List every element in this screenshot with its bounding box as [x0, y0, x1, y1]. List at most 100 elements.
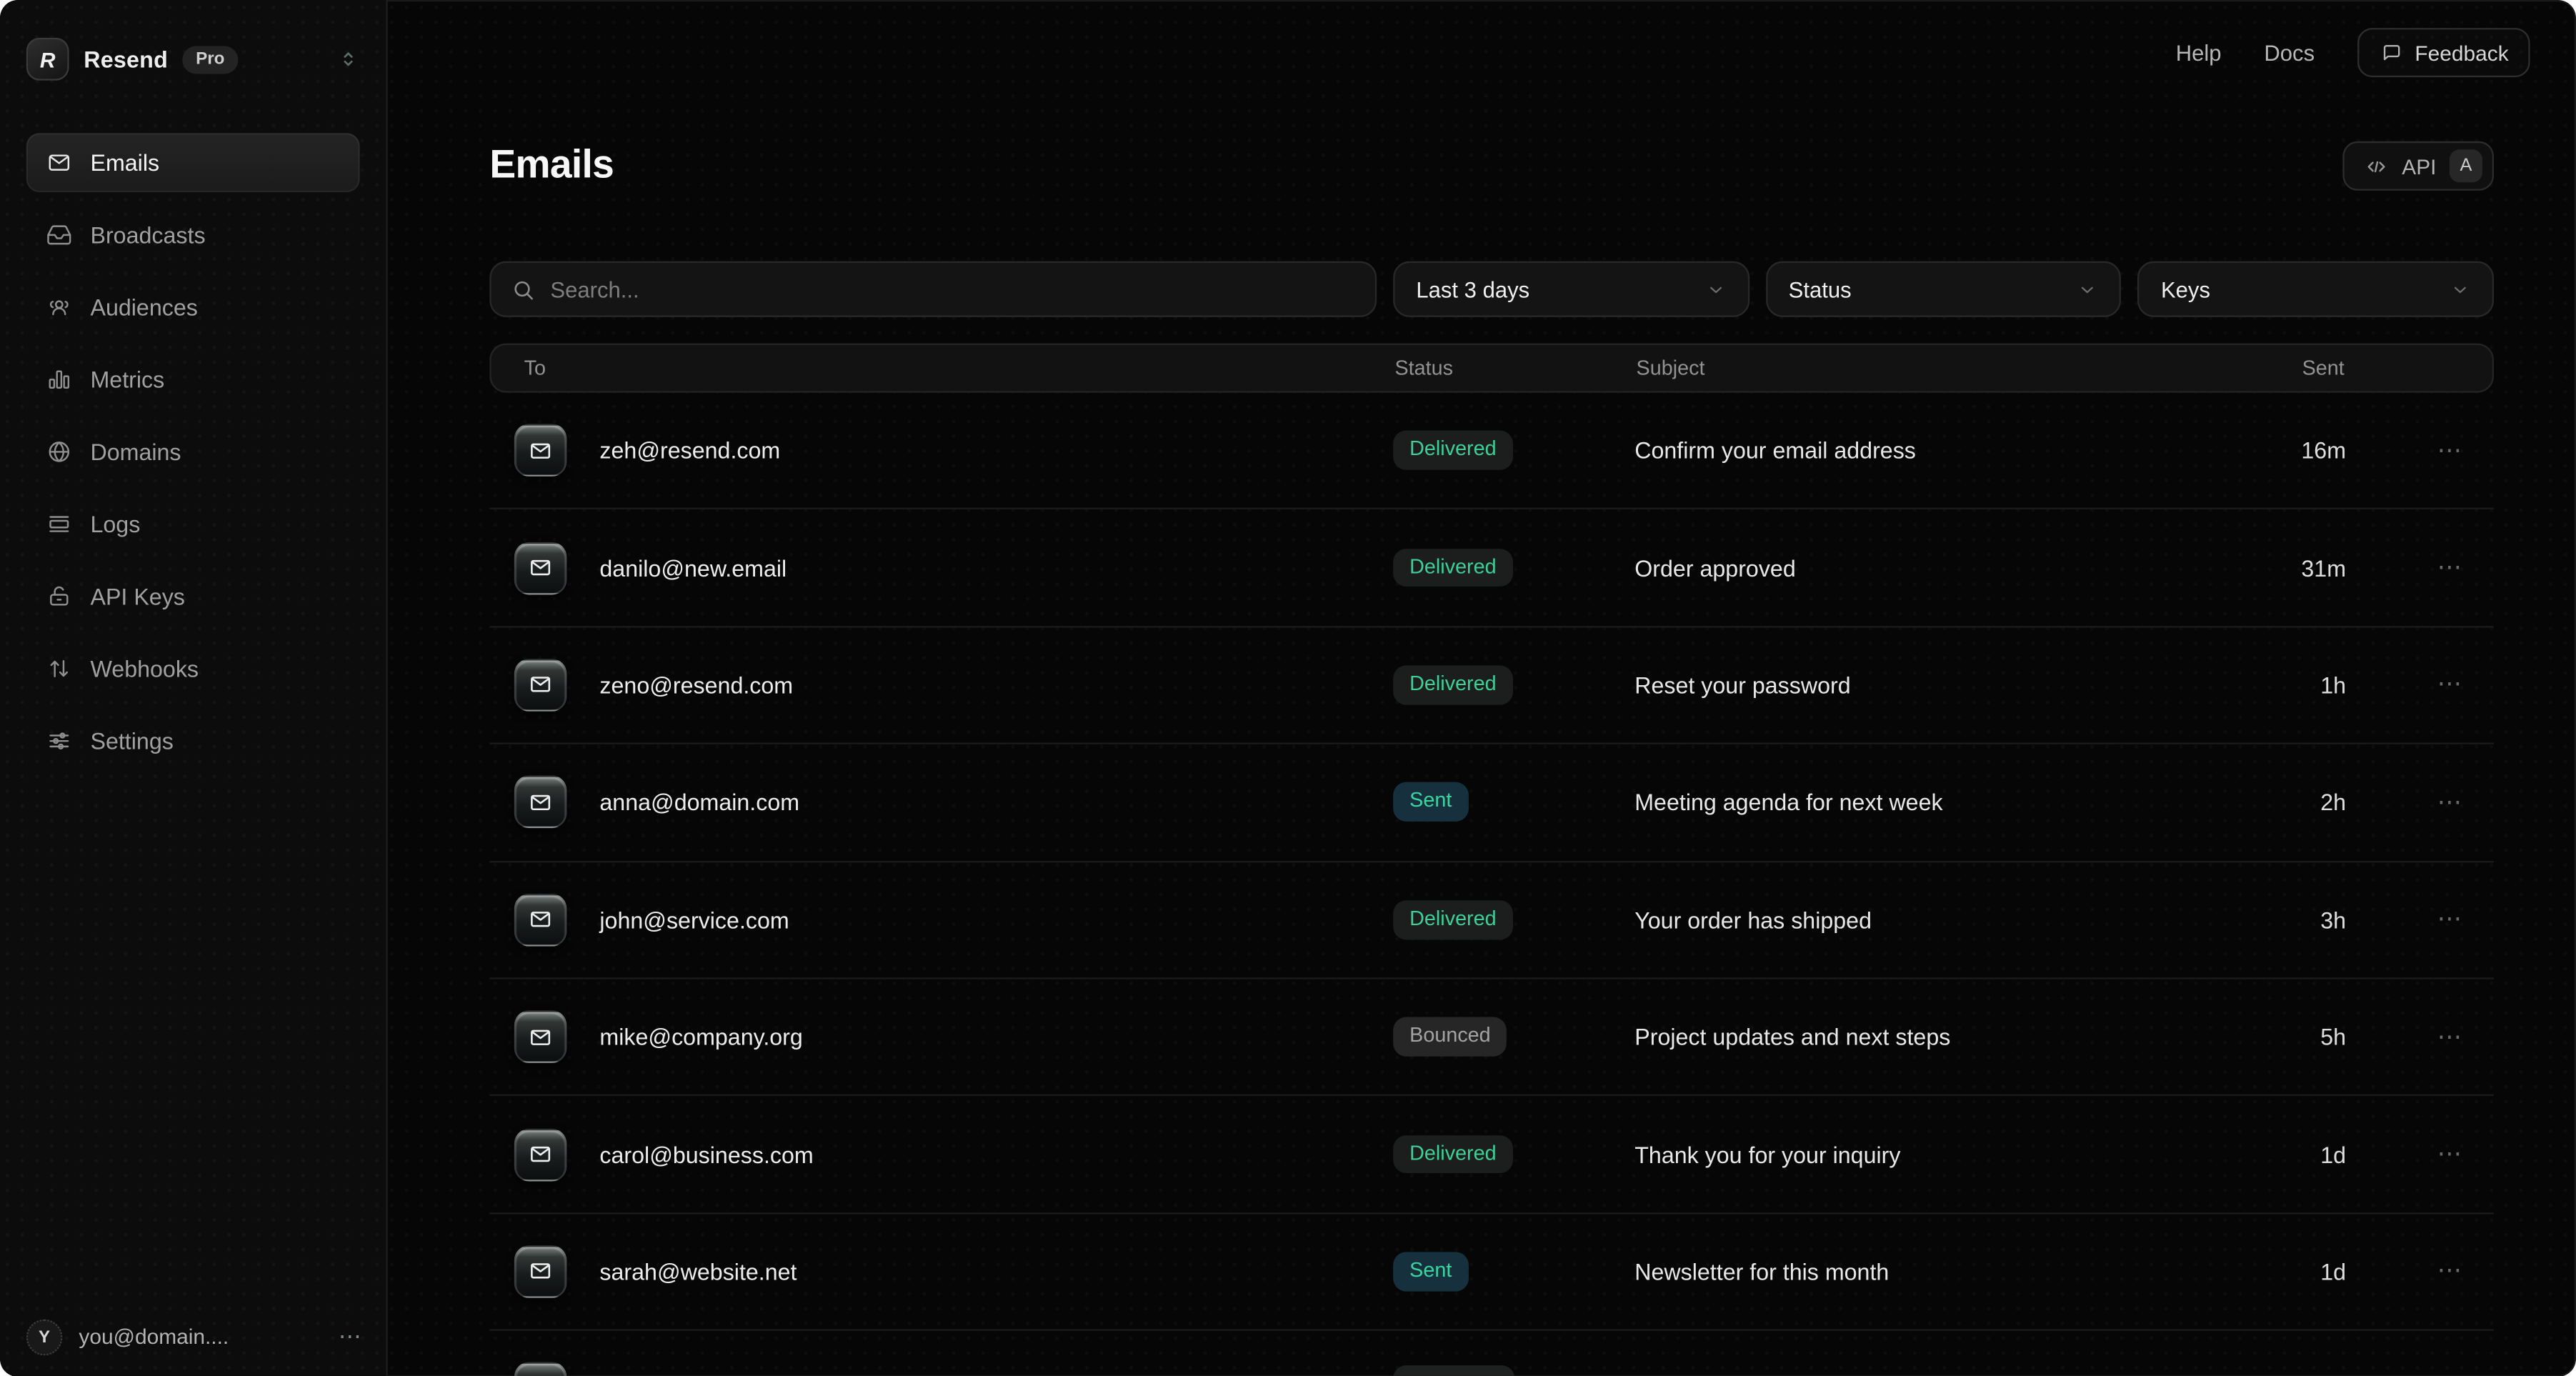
email-subject: Reset your password — [1634, 672, 2231, 699]
envelope-icon — [514, 1128, 567, 1181]
globe-icon — [46, 439, 72, 465]
sidebar-item-label: Audiences — [90, 294, 197, 321]
table-row[interactable]: danilo@new.email Delivered Order approve… — [489, 510, 2494, 627]
row-menu-ellipsis-icon[interactable]: ⋯ — [2437, 671, 2465, 699]
status-badge: Delivered — [1393, 431, 1512, 470]
chevron-down-icon — [2450, 279, 2471, 300]
email-subject: Newsletter for this month — [1634, 1258, 2231, 1285]
sidebar-item-label: Settings — [90, 728, 173, 754]
row-menu-ellipsis-icon[interactable]: ⋯ — [2437, 437, 2465, 464]
sidebar-item-emails[interactable]: Emails — [26, 133, 360, 192]
feedback-button[interactable]: Feedback — [2357, 28, 2530, 77]
sent-time: 1d — [2231, 1258, 2346, 1285]
sliders-icon — [46, 728, 72, 754]
sidebar-item-label: Metrics — [90, 367, 164, 393]
sidebar-item-label: Webhooks — [90, 656, 199, 682]
status-badge — [1393, 1365, 1514, 1376]
row-menu-ellipsis-icon[interactable]: ⋯ — [2437, 1140, 2465, 1168]
column-header-subject: Subject — [1637, 357, 2230, 379]
table-row[interactable]: john@service.com Delivered Your order ha… — [489, 862, 2494, 979]
api-button[interactable]: API A — [2343, 141, 2495, 191]
table-header: To Status Subject Sent — [489, 344, 2494, 393]
rows-icon — [46, 511, 72, 537]
chevron-up-down-icon[interactable] — [336, 48, 359, 71]
email-subject: Meeting agenda for next week — [1634, 789, 2231, 816]
lock-icon — [46, 583, 72, 609]
table-row[interactable]: sarah@website.net Sent Newsletter for th… — [489, 1214, 2494, 1331]
envelope-icon — [514, 1362, 567, 1376]
sidebar-item-domains[interactable]: Domains — [26, 422, 360, 482]
status-badge: Sent — [1393, 783, 1468, 822]
table-row[interactable]: carol@business.com Delivered Thank you f… — [489, 1097, 2494, 1214]
title-row: Emails API A — [489, 141, 2494, 191]
filter-dropdown-last-3-days[interactable]: Last 3 days — [1393, 261, 1749, 317]
recipient-email: zeno@resend.com — [599, 672, 793, 699]
sidebar-item-label: Broadcasts — [90, 221, 205, 248]
sent-time: 2h — [2231, 789, 2346, 816]
arrows-up-down-icon — [46, 656, 72, 682]
email-subject: Order approved — [1634, 554, 2231, 581]
status-badge: Sent — [1393, 1252, 1468, 1292]
status-badge: Delivered — [1393, 548, 1512, 587]
recipient-email: carol@business.com — [599, 1141, 813, 1167]
sidebar-item-audiences[interactable]: Audiences — [26, 278, 360, 337]
row-menu-ellipsis-icon[interactable]: ⋯ — [2437, 1023, 2465, 1051]
recipient-email: zeh@resend.com — [599, 437, 780, 464]
status-badge: Delivered — [1393, 666, 1512, 705]
dropdowns: Last 3 days Status Keys — [1393, 261, 2494, 317]
bar-chart-icon — [46, 367, 72, 393]
row-menu-ellipsis-icon[interactable]: ⋯ — [2437, 906, 2465, 934]
avatar[interactable]: Y — [26, 1319, 63, 1355]
envelope-icon — [514, 893, 567, 946]
filter-dropdown-keys[interactable]: Keys — [2138, 261, 2494, 317]
user-menu-ellipsis-icon[interactable]: ⋯ — [339, 1322, 363, 1350]
sidebar-item-settings[interactable]: Settings — [26, 712, 360, 771]
recipient-email: sarah@website.net — [599, 1258, 797, 1285]
plan-badge: Pro — [183, 45, 238, 73]
table-rows: zeh@resend.com Delivered Confirm your em… — [489, 393, 2494, 1376]
top-link-docs[interactable]: Docs — [2264, 40, 2315, 64]
sent-time: 16m — [2231, 437, 2346, 464]
email-subject: Your order has shipped — [1634, 907, 2231, 933]
status-badge: Bounced — [1393, 1017, 1507, 1057]
table-row[interactable]: mike@company.org Bounced Project updates… — [489, 979, 2494, 1097]
envelope-icon — [46, 149, 72, 176]
column-header-status: Status — [1394, 357, 1636, 379]
sidebar-item-metrics[interactable]: Metrics — [26, 350, 360, 409]
row-menu-ellipsis-icon[interactable]: ⋯ — [2437, 554, 2465, 582]
filter-dropdown-status[interactable]: Status — [1765, 261, 2121, 317]
sidebar-item-logs[interactable]: Logs — [26, 494, 360, 554]
search-input[interactable] — [550, 277, 1355, 301]
search-icon — [511, 277, 535, 301]
table-row[interactable] — [489, 1331, 2494, 1376]
email-subject: Project updates and next steps — [1634, 1024, 2231, 1050]
page-title: Emails — [489, 143, 614, 189]
sidebar-item-api-keys[interactable]: API Keys — [26, 567, 360, 626]
recipient-email: danilo@new.email — [599, 554, 787, 581]
top-link-help[interactable]: Help — [2176, 40, 2222, 64]
sent-time: 1d — [2231, 1141, 2346, 1167]
table-row[interactable]: zeno@resend.com Delivered Reset your pas… — [489, 627, 2494, 744]
envelope-icon — [514, 1011, 567, 1064]
envelope-icon — [514, 424, 567, 477]
sent-time: 31m — [2231, 554, 2346, 581]
row-menu-ellipsis-icon[interactable]: ⋯ — [2437, 789, 2465, 817]
sidebar-item-webhooks[interactable]: Webhooks — [26, 639, 360, 699]
table-row[interactable]: anna@domain.com Sent Meeting agenda for … — [489, 744, 2494, 862]
brand-name: Resend — [84, 46, 168, 72]
content: Emails API A — [388, 141, 2576, 1376]
envelope-icon — [514, 659, 567, 712]
sent-time: 3h — [2231, 907, 2346, 933]
recipient-email: john@service.com — [599, 907, 789, 933]
table-row[interactable]: zeh@resend.com Delivered Confirm your em… — [489, 393, 2494, 510]
row-menu-ellipsis-icon[interactable]: ⋯ — [2437, 1257, 2465, 1285]
topbar-links: Help Docs Feedback — [2176, 28, 2530, 77]
sidebar-item-broadcasts[interactable]: Broadcasts — [26, 205, 360, 264]
status-badge: Delivered — [1393, 1135, 1512, 1174]
email-subject: Thank you for your inquiry — [1634, 1141, 2231, 1167]
user-row: Y you@domain.... ⋯ — [26, 1319, 363, 1355]
kbd-shortcut-badge: A — [2450, 149, 2482, 182]
viewport: R Resend Pro Emails Broadcasts Audiences… — [0, 0, 2576, 1376]
workspace-switcher[interactable]: R Resend Pro — [26, 36, 360, 82]
sidebar-item-label: Logs — [90, 511, 140, 537]
